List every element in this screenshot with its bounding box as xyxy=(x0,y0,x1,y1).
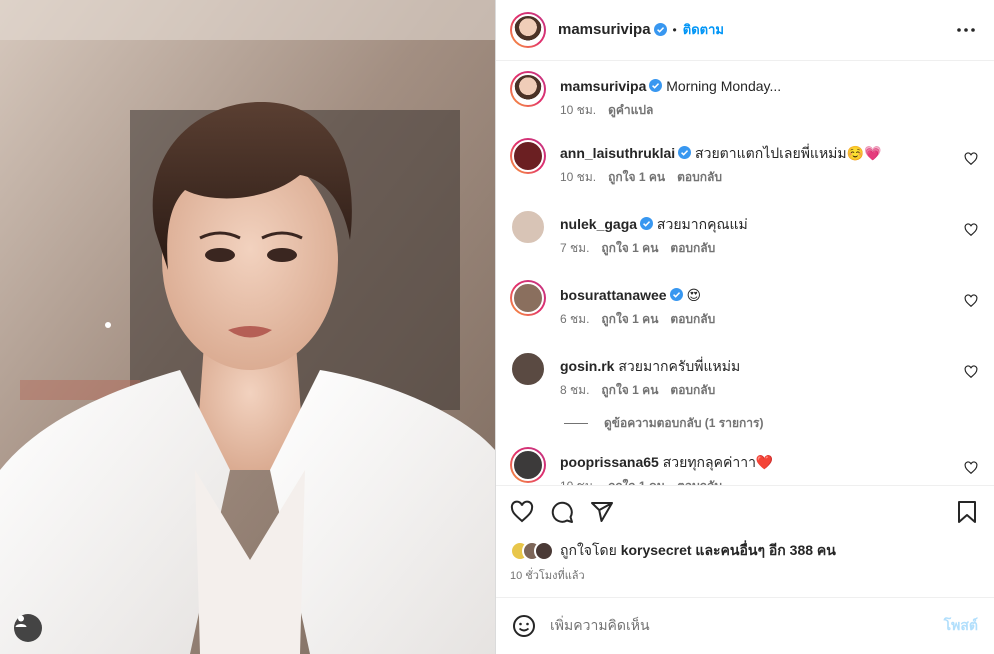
caption: mamsurivipa Morning Monday... 10 ชม. ดูค… xyxy=(510,70,978,120)
likes-count: 388 xyxy=(789,542,814,559)
reply-button[interactable]: ตอบกลับ xyxy=(677,477,722,486)
portrait-illustration xyxy=(0,0,495,654)
verified-badge-icon xyxy=(678,145,692,159)
commenter-username[interactable]: gosin.rk xyxy=(560,358,614,374)
comment-like-heart-icon[interactable] xyxy=(964,293,978,308)
comment-text: สวยทุกลุคค่าาา❤️ xyxy=(662,453,774,470)
commenter-avatar[interactable] xyxy=(510,446,546,483)
comments-list: mamsurivipa Morning Monday... 10 ชม. ดูค… xyxy=(496,61,994,486)
commenter-username[interactable]: bosurattanawee xyxy=(560,287,667,303)
post-header: mamsurivipa • ติดตาม xyxy=(496,0,994,61)
comment-likes[interactable]: ถูกใจ 1 คน xyxy=(601,239,658,258)
comment-time[interactable]: 10 ชม. xyxy=(560,168,596,187)
comment-item: bosurattanawee 😍 6 ชม. ถูกใจ 1 คน ตอบกลั… xyxy=(510,279,978,329)
user-tag-button[interactable] xyxy=(14,614,42,642)
verified-badge-icon xyxy=(640,216,654,230)
caption-username[interactable]: mamsurivipa xyxy=(560,78,646,94)
reply-button[interactable]: ตอบกลับ xyxy=(670,310,715,329)
post-actions: ถูกใจโดย korysecret และคนอื่นๆ อีก 388 ค… xyxy=(496,485,994,584)
commenter-username[interactable]: pooprissana65 xyxy=(560,454,659,470)
comment-input[interactable]: เพิ่มความคิดเห็น xyxy=(550,615,944,637)
comment-text: สวยมากครับพี่แหม่ม xyxy=(618,357,741,374)
heart-icon[interactable] xyxy=(510,500,534,524)
commenter-avatar[interactable] xyxy=(510,279,546,316)
caption-time[interactable]: 10 ชม. xyxy=(560,101,596,120)
comment-text: สวยตาแตกไปเลยพี่แหม่ม☺️💗 xyxy=(695,144,882,161)
verified-badge-icon xyxy=(649,78,663,92)
commenter-username[interactable]: nulek_gaga xyxy=(560,216,637,232)
comment-likes[interactable]: ถูกใจ 1 คน xyxy=(601,310,658,329)
comment-item: gosin.rk สวยมากครับพี่แหม่ม 8 ชม. ถูกใจ … xyxy=(510,350,978,400)
comment-text: 😍 xyxy=(686,286,702,303)
user-tag-icon xyxy=(15,615,27,627)
reply-button[interactable]: ตอบกลับ xyxy=(670,381,715,400)
emoji-icon[interactable] xyxy=(512,614,536,638)
view-replies-label: ดูข้อความตอบกลับ (1 รายการ) xyxy=(604,415,764,430)
reply-button[interactable]: ตอบกลับ xyxy=(677,168,722,187)
liker-username[interactable]: korysecret xyxy=(621,542,692,558)
verified-badge-icon xyxy=(669,287,683,301)
translate-link[interactable]: ดูคำแปล xyxy=(608,101,653,120)
replies-divider xyxy=(564,422,588,424)
comment-like-heart-icon[interactable] xyxy=(964,460,978,475)
comment-like-heart-icon[interactable] xyxy=(964,222,978,237)
author-avatar[interactable] xyxy=(510,11,546,48)
post-photo[interactable] xyxy=(0,0,495,654)
comment-time[interactable]: 10 ชม. xyxy=(560,477,596,486)
post-dialog: mamsurivipa • ติดตาม mamsurivipa Morning… xyxy=(0,0,994,654)
separator-dot: • xyxy=(672,22,677,37)
commenter-avatar[interactable] xyxy=(510,208,546,245)
comment-item: pooprissana65 สวยทุกลุคค่าาา❤️ 10 ชม. ถู… xyxy=(510,446,978,486)
commenter-avatar[interactable] xyxy=(510,350,546,387)
comment-likes[interactable]: ถูกใจ 1 คน xyxy=(608,168,665,187)
post-side-panel: mamsurivipa • ติดตาม mamsurivipa Morning… xyxy=(495,0,994,654)
more-options-icon xyxy=(957,27,975,32)
add-comment-bar: เพิ่มความคิดเห็น โพสต์ xyxy=(496,597,994,654)
comment-likes[interactable]: ถูกใจ 1 คน xyxy=(608,477,665,486)
posted-time[interactable]: 10 ชั่วโมงที่แล้ว xyxy=(510,566,978,584)
commenter-username[interactable]: ann_laisuthruklai xyxy=(560,145,675,161)
more-options-button[interactable] xyxy=(954,18,978,42)
comment-icon[interactable] xyxy=(550,500,574,524)
comment-like-heart-icon[interactable] xyxy=(964,151,978,166)
follow-button[interactable]: ติดตาม xyxy=(683,19,724,40)
commenter-avatar[interactable] xyxy=(510,137,546,174)
view-replies-button[interactable]: ดูข้อความตอบกลับ (1 รายการ) xyxy=(564,414,978,433)
comment-time[interactable]: 7 ชม. xyxy=(560,239,589,258)
liker-avatar xyxy=(534,541,554,562)
bookmark-icon[interactable] xyxy=(956,500,978,524)
comment-text: สวยมากคุณแม่ xyxy=(656,215,748,232)
likes-prefix: ถูกใจโดย xyxy=(560,542,617,559)
comment-time[interactable]: 8 ชม. xyxy=(560,381,589,400)
verified-badge-icon xyxy=(653,23,667,37)
comment-time[interactable]: 6 ชม. xyxy=(560,310,589,329)
comment-item: ann_laisuthruklai สวยตาแตกไปเลยพี่แหม่ม☺… xyxy=(510,137,978,187)
post-comment-button[interactable]: โพสต์ xyxy=(944,615,978,637)
author-username[interactable]: mamsurivipa xyxy=(558,21,651,38)
author-avatar[interactable] xyxy=(510,70,546,107)
comment-item: nulek_gaga สวยมากคุณแม่ 7 ชม. ถูกใจ 1 คน… xyxy=(510,208,978,258)
likes-middle: และคนอื่นๆ อีก xyxy=(695,542,786,559)
likes-suffix: คน xyxy=(816,542,836,559)
reply-button[interactable]: ตอบกลับ xyxy=(670,239,715,258)
comment-like-heart-icon[interactable] xyxy=(964,364,978,379)
caption-text: Morning Monday... xyxy=(666,77,782,94)
comment-likes[interactable]: ถูกใจ 1 คน xyxy=(601,381,658,400)
liker-avatars xyxy=(510,541,554,562)
likes-summary[interactable]: ถูกใจโดย korysecret และคนอื่นๆ อีก 388 ค… xyxy=(510,540,978,562)
share-icon[interactable] xyxy=(590,500,614,524)
